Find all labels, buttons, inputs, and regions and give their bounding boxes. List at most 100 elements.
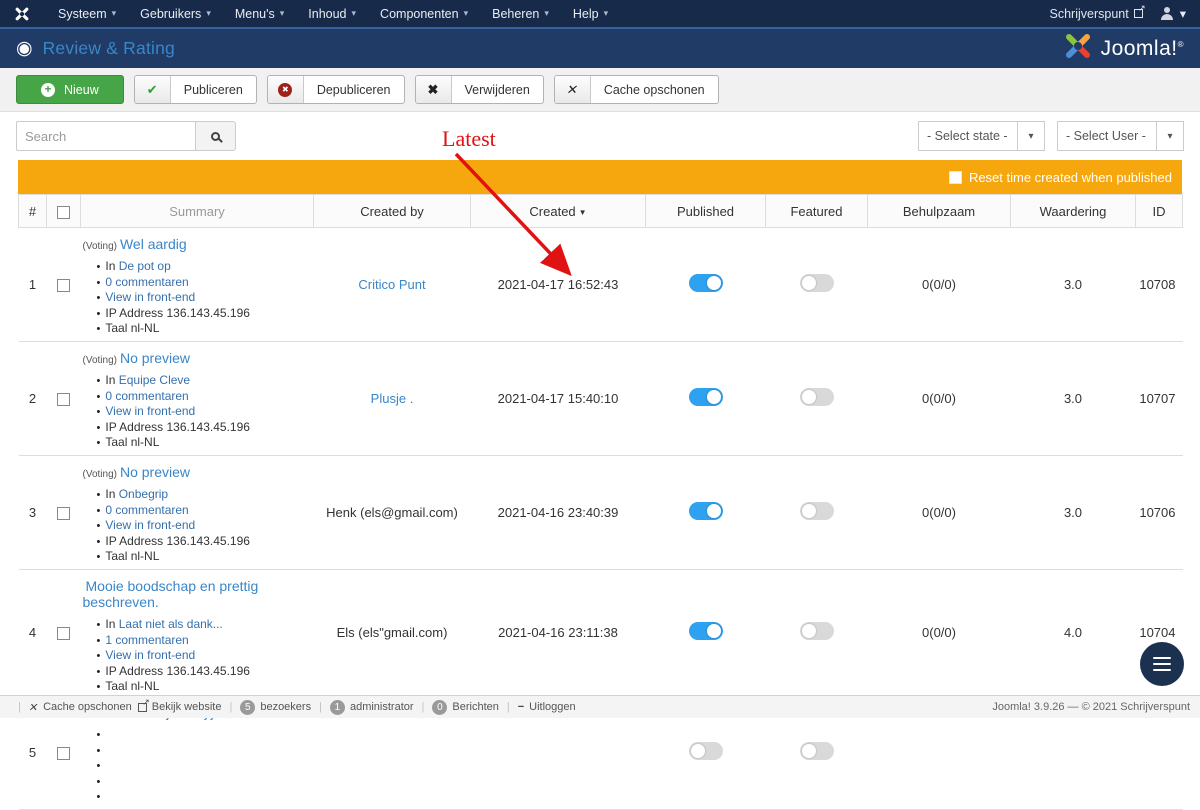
- row-checkbox[interactable]: [57, 393, 70, 406]
- floating-menu-button[interactable]: [1140, 642, 1184, 686]
- created-by-text[interactable]: Els (els"gmail.com): [337, 625, 448, 640]
- new-button[interactable]: + Nieuw: [16, 75, 124, 104]
- delete-button[interactable]: ✖ Verwijderen: [415, 75, 544, 104]
- created-date: 2021-04-17 16:52:43: [471, 228, 646, 342]
- comments-link[interactable]: 0 commentaren: [105, 389, 188, 403]
- published-toggle[interactable]: [689, 502, 723, 520]
- created-by-cell: Critico Punt: [314, 228, 471, 342]
- menu-menus[interactable]: Menu's ▾: [223, 0, 296, 27]
- site-name: Schrijverspunt: [1050, 7, 1129, 21]
- row-number: 4: [19, 570, 47, 696]
- ip-item: IP Address 136.143.45.196: [97, 664, 310, 680]
- table-header-row: # Summary Created by Created▼ Published …: [19, 195, 1183, 228]
- header-created-by[interactable]: Created by: [314, 195, 471, 228]
- state-select[interactable]: - Select state - ▾: [918, 121, 1045, 151]
- category-link[interactable]: Onbegrip: [119, 487, 168, 501]
- featured-toggle[interactable]: [800, 622, 834, 640]
- review-id: 10708: [1136, 228, 1183, 342]
- review-title-link[interactable]: Mooie boodschap en prettig beschreven.: [83, 578, 259, 610]
- row-checkbox[interactable]: [57, 747, 70, 760]
- category-item: In Equipe Cleve: [97, 373, 310, 389]
- comments-item: [97, 743, 310, 759]
- header-featured[interactable]: Featured: [766, 195, 868, 228]
- published-toggle[interactable]: [689, 388, 723, 406]
- purge-icon: ✕: [27, 701, 39, 714]
- published-toggle[interactable]: [689, 742, 723, 760]
- menu-systeem[interactable]: Systeem ▾: [46, 0, 128, 27]
- category-link[interactable]: Laat niet als dank...: [119, 617, 223, 631]
- chevron-down-icon: ▾: [464, 8, 469, 19]
- joomla-logo-icon: [14, 6, 30, 22]
- user-icon: [1161, 7, 1174, 20]
- featured-toggle[interactable]: [800, 388, 834, 406]
- statusbar-clear-cache[interactable]: ✕ Cache opschonen: [29, 701, 132, 714]
- header-created[interactable]: Created▼: [471, 195, 646, 228]
- ip-item: IP Address 136.143.45.196: [97, 306, 310, 322]
- header-rating[interactable]: Waardering: [1011, 195, 1136, 228]
- review-title-link[interactable]: No preview: [120, 350, 190, 366]
- language: Taal nl-NL: [105, 321, 159, 335]
- ip-item: IP Address 136.143.45.196: [97, 420, 310, 436]
- featured-toggle[interactable]: [800, 502, 834, 520]
- row-checkbox[interactable]: [57, 507, 70, 520]
- rating-value: 4.0: [1011, 570, 1136, 696]
- row-checkbox[interactable]: [57, 627, 70, 640]
- clear-cache-button[interactable]: ✕ Cache opschonen: [554, 75, 719, 104]
- menu-beheren[interactable]: Beheren ▾: [480, 0, 561, 27]
- published-cell: [646, 456, 766, 570]
- toggle-knob: [691, 744, 705, 758]
- featured-toggle[interactable]: [800, 742, 834, 760]
- view-frontend-link[interactable]: View in front-end: [105, 404, 195, 418]
- header-helpful[interactable]: Behulpzaam: [868, 195, 1011, 228]
- menu-componenten[interactable]: Componenten ▾: [368, 0, 480, 27]
- select-all-checkbox[interactable]: [57, 206, 70, 219]
- search-input[interactable]: [16, 121, 196, 151]
- view-site-link[interactable]: Schrijverspunt: [1050, 7, 1143, 21]
- chevron-down-icon[interactable]: ▾: [1018, 121, 1045, 151]
- user-menu[interactable]: ▾: [1161, 6, 1186, 21]
- comments-link[interactable]: 0 commentaren: [105, 503, 188, 517]
- comments-link[interactable]: 1 commentaren: [105, 633, 188, 647]
- reset-time-checkbox[interactable]: [949, 171, 962, 184]
- header-published[interactable]: Published: [646, 195, 766, 228]
- view-frontend-link[interactable]: View in front-end: [105, 518, 195, 532]
- toggle-knob: [802, 390, 816, 404]
- row-number: 3: [19, 456, 47, 570]
- chevron-down-icon[interactable]: ▾: [1157, 121, 1184, 151]
- created-by-text[interactable]: Critico Punt: [358, 277, 425, 292]
- menu-help[interactable]: Help ▾: [561, 0, 620, 27]
- created-by-text[interactable]: Plusje .: [371, 391, 414, 406]
- published-toggle[interactable]: [689, 622, 723, 640]
- publish-button[interactable]: ✔ Publiceren: [134, 75, 257, 104]
- rating-value: 3.0: [1011, 456, 1136, 570]
- logout-icon: −: [518, 701, 524, 713]
- comments-item: 0 commentaren: [97, 275, 310, 291]
- target-icon: ◉: [16, 37, 33, 60]
- user-select[interactable]: - Select User - ▾: [1057, 121, 1184, 151]
- unpublish-button[interactable]: ✖ Depubliceren: [267, 75, 405, 104]
- header-id[interactable]: ID: [1136, 195, 1183, 228]
- view-frontend-link[interactable]: View in front-end: [105, 290, 195, 304]
- statusbar-view-site[interactable]: Bekijk website: [138, 701, 222, 713]
- featured-toggle[interactable]: [800, 274, 834, 292]
- review-title-link[interactable]: No preview: [120, 464, 190, 480]
- published-toggle[interactable]: [689, 274, 723, 292]
- chevron-down-icon: ▾: [1180, 6, 1186, 21]
- menu-gebruikers[interactable]: Gebruikers ▾: [128, 0, 223, 27]
- summary-cell: (Voting)No preview In Onbegrip 0 comment…: [81, 456, 314, 570]
- messages-status[interactable]: 0 Berichten: [432, 700, 498, 715]
- row-checkbox[interactable]: [57, 279, 70, 292]
- category-link[interactable]: De pot op: [119, 259, 171, 273]
- logout-link[interactable]: − Uitloggen: [518, 701, 576, 713]
- search-button[interactable]: [196, 121, 236, 151]
- comments-link[interactable]: 0 commentaren: [105, 275, 188, 289]
- review-title-link[interactable]: Wel aardig: [120, 236, 187, 252]
- header-num: #: [19, 195, 47, 228]
- view-frontend-link[interactable]: View in front-end: [105, 648, 195, 662]
- voting-prefix: (Voting): [83, 241, 117, 252]
- category-link[interactable]: Equipe Cleve: [119, 373, 190, 387]
- joomla-wordmark: Joomla!®: [1101, 37, 1184, 61]
- menu-inhoud[interactable]: Inhoud ▾: [296, 0, 368, 27]
- created-by-text[interactable]: Henk (els@gmail.com): [326, 505, 458, 520]
- menu-label: Beheren: [492, 7, 539, 21]
